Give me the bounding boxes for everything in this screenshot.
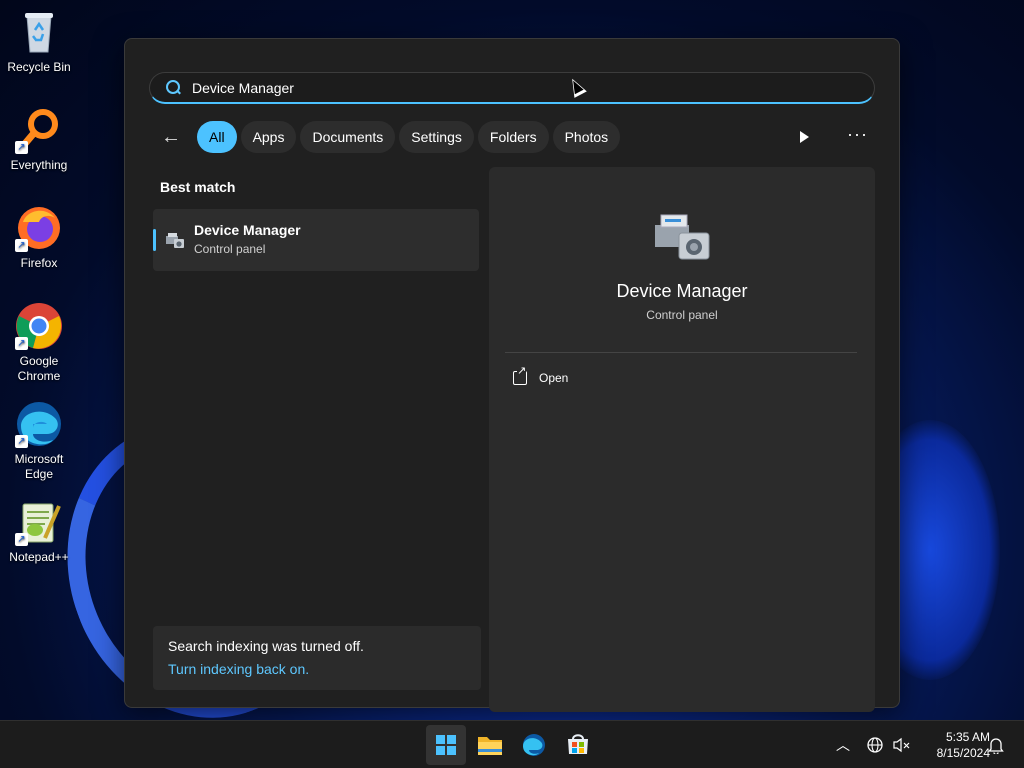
- best-match-title: Device Manager: [194, 222, 301, 238]
- chrome-icon: ↗: [15, 302, 63, 350]
- start-button[interactable]: [426, 725, 466, 765]
- firefox-icon: ↗: [15, 204, 63, 252]
- microsoft-store-icon: [568, 734, 588, 754]
- search-input[interactable]: [192, 79, 842, 96]
- desktop-icon-label: Recycle Bin: [7, 60, 71, 74]
- filter-apps[interactable]: Apps: [240, 121, 297, 153]
- filter-bar: ← All Apps Documents Settings Folders Ph…: [161, 121, 621, 153]
- taskbar-file-explorer[interactable]: [470, 725, 510, 765]
- desktop-icon-recycle-bin[interactable]: Recycle Bin: [1, 8, 77, 75]
- taskbar-clock[interactable]: 5:35 AM 8/15/2024: [916, 729, 990, 761]
- preview-subtitle: Control panel: [646, 308, 718, 322]
- clock-date: 8/15/2024: [936, 746, 990, 760]
- back-arrow-icon[interactable]: ←: [161, 121, 185, 153]
- indexing-notice: Search indexing was turned off. Turn ind…: [153, 626, 481, 690]
- filter-folders[interactable]: Folders: [477, 121, 549, 153]
- desktop-icon-everything[interactable]: ↗ Everything: [1, 106, 77, 173]
- recycle-bin-icon: [15, 8, 63, 56]
- desktop-icon-label: Everything: [10, 158, 68, 172]
- best-match-heading: Best match: [160, 179, 236, 195]
- desktop-icon-microsoft-edge[interactable]: ↗ Microsoft Edge: [1, 400, 77, 482]
- desktop-icon-firefox[interactable]: ↗ Firefox: [1, 204, 77, 271]
- best-match-result[interactable]: Device Manager Control panel: [153, 209, 479, 271]
- filter-photos[interactable]: Photos: [552, 121, 621, 153]
- network-globe-icon[interactable]: [866, 736, 888, 754]
- preview-divider: [505, 352, 857, 353]
- indexing-message: Search indexing was turned off.: [168, 638, 364, 654]
- preview-pane: Device Manager Control panel Open: [489, 167, 875, 712]
- best-match-subtitle: Control panel: [194, 242, 266, 256]
- search-box[interactable]: [149, 72, 875, 104]
- search-icon: [164, 79, 182, 97]
- edge-icon: [523, 734, 545, 756]
- clock-time: 5:35 AM: [945, 730, 990, 744]
- selection-accent: [153, 229, 156, 251]
- edge-icon: ↗: [15, 400, 63, 448]
- filter-documents[interactable]: Documents: [300, 121, 396, 153]
- open-external-icon: [513, 366, 527, 385]
- file-explorer-icon: [478, 737, 502, 755]
- filter-all[interactable]: All: [197, 121, 237, 153]
- desktop-icon-label: Google Chrome: [17, 354, 61, 383]
- shortcut-arrow-icon: ↗: [15, 533, 28, 546]
- desktop-icon-label: Microsoft Edge: [14, 452, 64, 481]
- everything-search-icon: ↗: [15, 106, 63, 154]
- taskbar-microsoft-store[interactable]: [558, 725, 598, 765]
- start-search-panel: ← All Apps Documents Settings Folders Ph…: [124, 38, 900, 712]
- more-options-icon[interactable]: ···: [847, 125, 867, 147]
- volume-muted-icon[interactable]: [892, 736, 912, 754]
- desktop-icon-label: Firefox: [20, 256, 58, 270]
- windows-logo-icon: [436, 735, 456, 755]
- desktop-icon-google-chrome[interactable]: ↗ Google Chrome: [1, 302, 77, 384]
- open-action-label: Open: [539, 371, 569, 385]
- device-manager-icon: [166, 233, 184, 248]
- chevron-up-icon[interactable]: ︿: [836, 735, 854, 755]
- notepad-plus-plus-icon: ↗: [15, 498, 63, 546]
- taskbar: ︿ 5:35 AM 8/15/2024: [0, 720, 1024, 768]
- preview-title: Device Manager: [616, 281, 748, 301]
- notification-bell-icon[interactable]: [988, 736, 1004, 754]
- desktop-icon-label: Notepad++: [9, 550, 69, 564]
- shortcut-arrow-icon: ↗: [15, 435, 28, 448]
- system-tray: ︿: [836, 721, 912, 768]
- shortcut-arrow-icon: ↗: [15, 337, 28, 350]
- more-filters-play-icon[interactable]: [797, 129, 811, 145]
- desktop-icon-notepad-plus-plus[interactable]: ↗ Notepad++: [1, 498, 77, 565]
- device-manager-large-icon: [655, 214, 710, 260]
- filter-settings[interactable]: Settings: [399, 121, 474, 153]
- shortcut-arrow-icon: ↗: [15, 141, 28, 154]
- shortcut-arrow-icon: ↗: [15, 239, 28, 252]
- turn-indexing-on-link[interactable]: Turn indexing back on.: [168, 661, 466, 677]
- taskbar-edge[interactable]: [514, 725, 554, 765]
- open-action[interactable]: Open: [513, 366, 569, 385]
